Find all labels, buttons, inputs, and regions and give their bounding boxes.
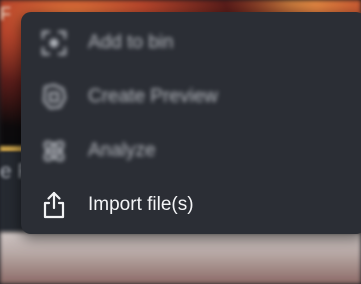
context-menu: Add to bin Create Preview Analyze Import… [21,12,361,234]
atom-analyze-icon [39,136,69,166]
menu-item-label: Add to bin [88,32,174,53]
upload-share-icon [39,190,69,220]
screen: F e F Add to bin Create Preview Analyze … [0,0,361,284]
menu-item-label: Create Preview [88,86,218,107]
background-title-fragment: F [0,4,11,24]
focus-target-icon [39,28,69,58]
menu-item-create-preview[interactable]: Create Preview [21,70,361,124]
background-bottom-area [0,232,361,284]
menu-item-import-files[interactable]: Import file(s) [21,178,361,232]
menu-item-label: Analyze [88,140,156,161]
menu-item-add-to-bin[interactable]: Add to bin [21,16,361,70]
preview-shape-icon [39,82,69,112]
menu-item-analyze[interactable]: Analyze [21,124,361,178]
menu-item-label: Import file(s) [88,194,194,215]
